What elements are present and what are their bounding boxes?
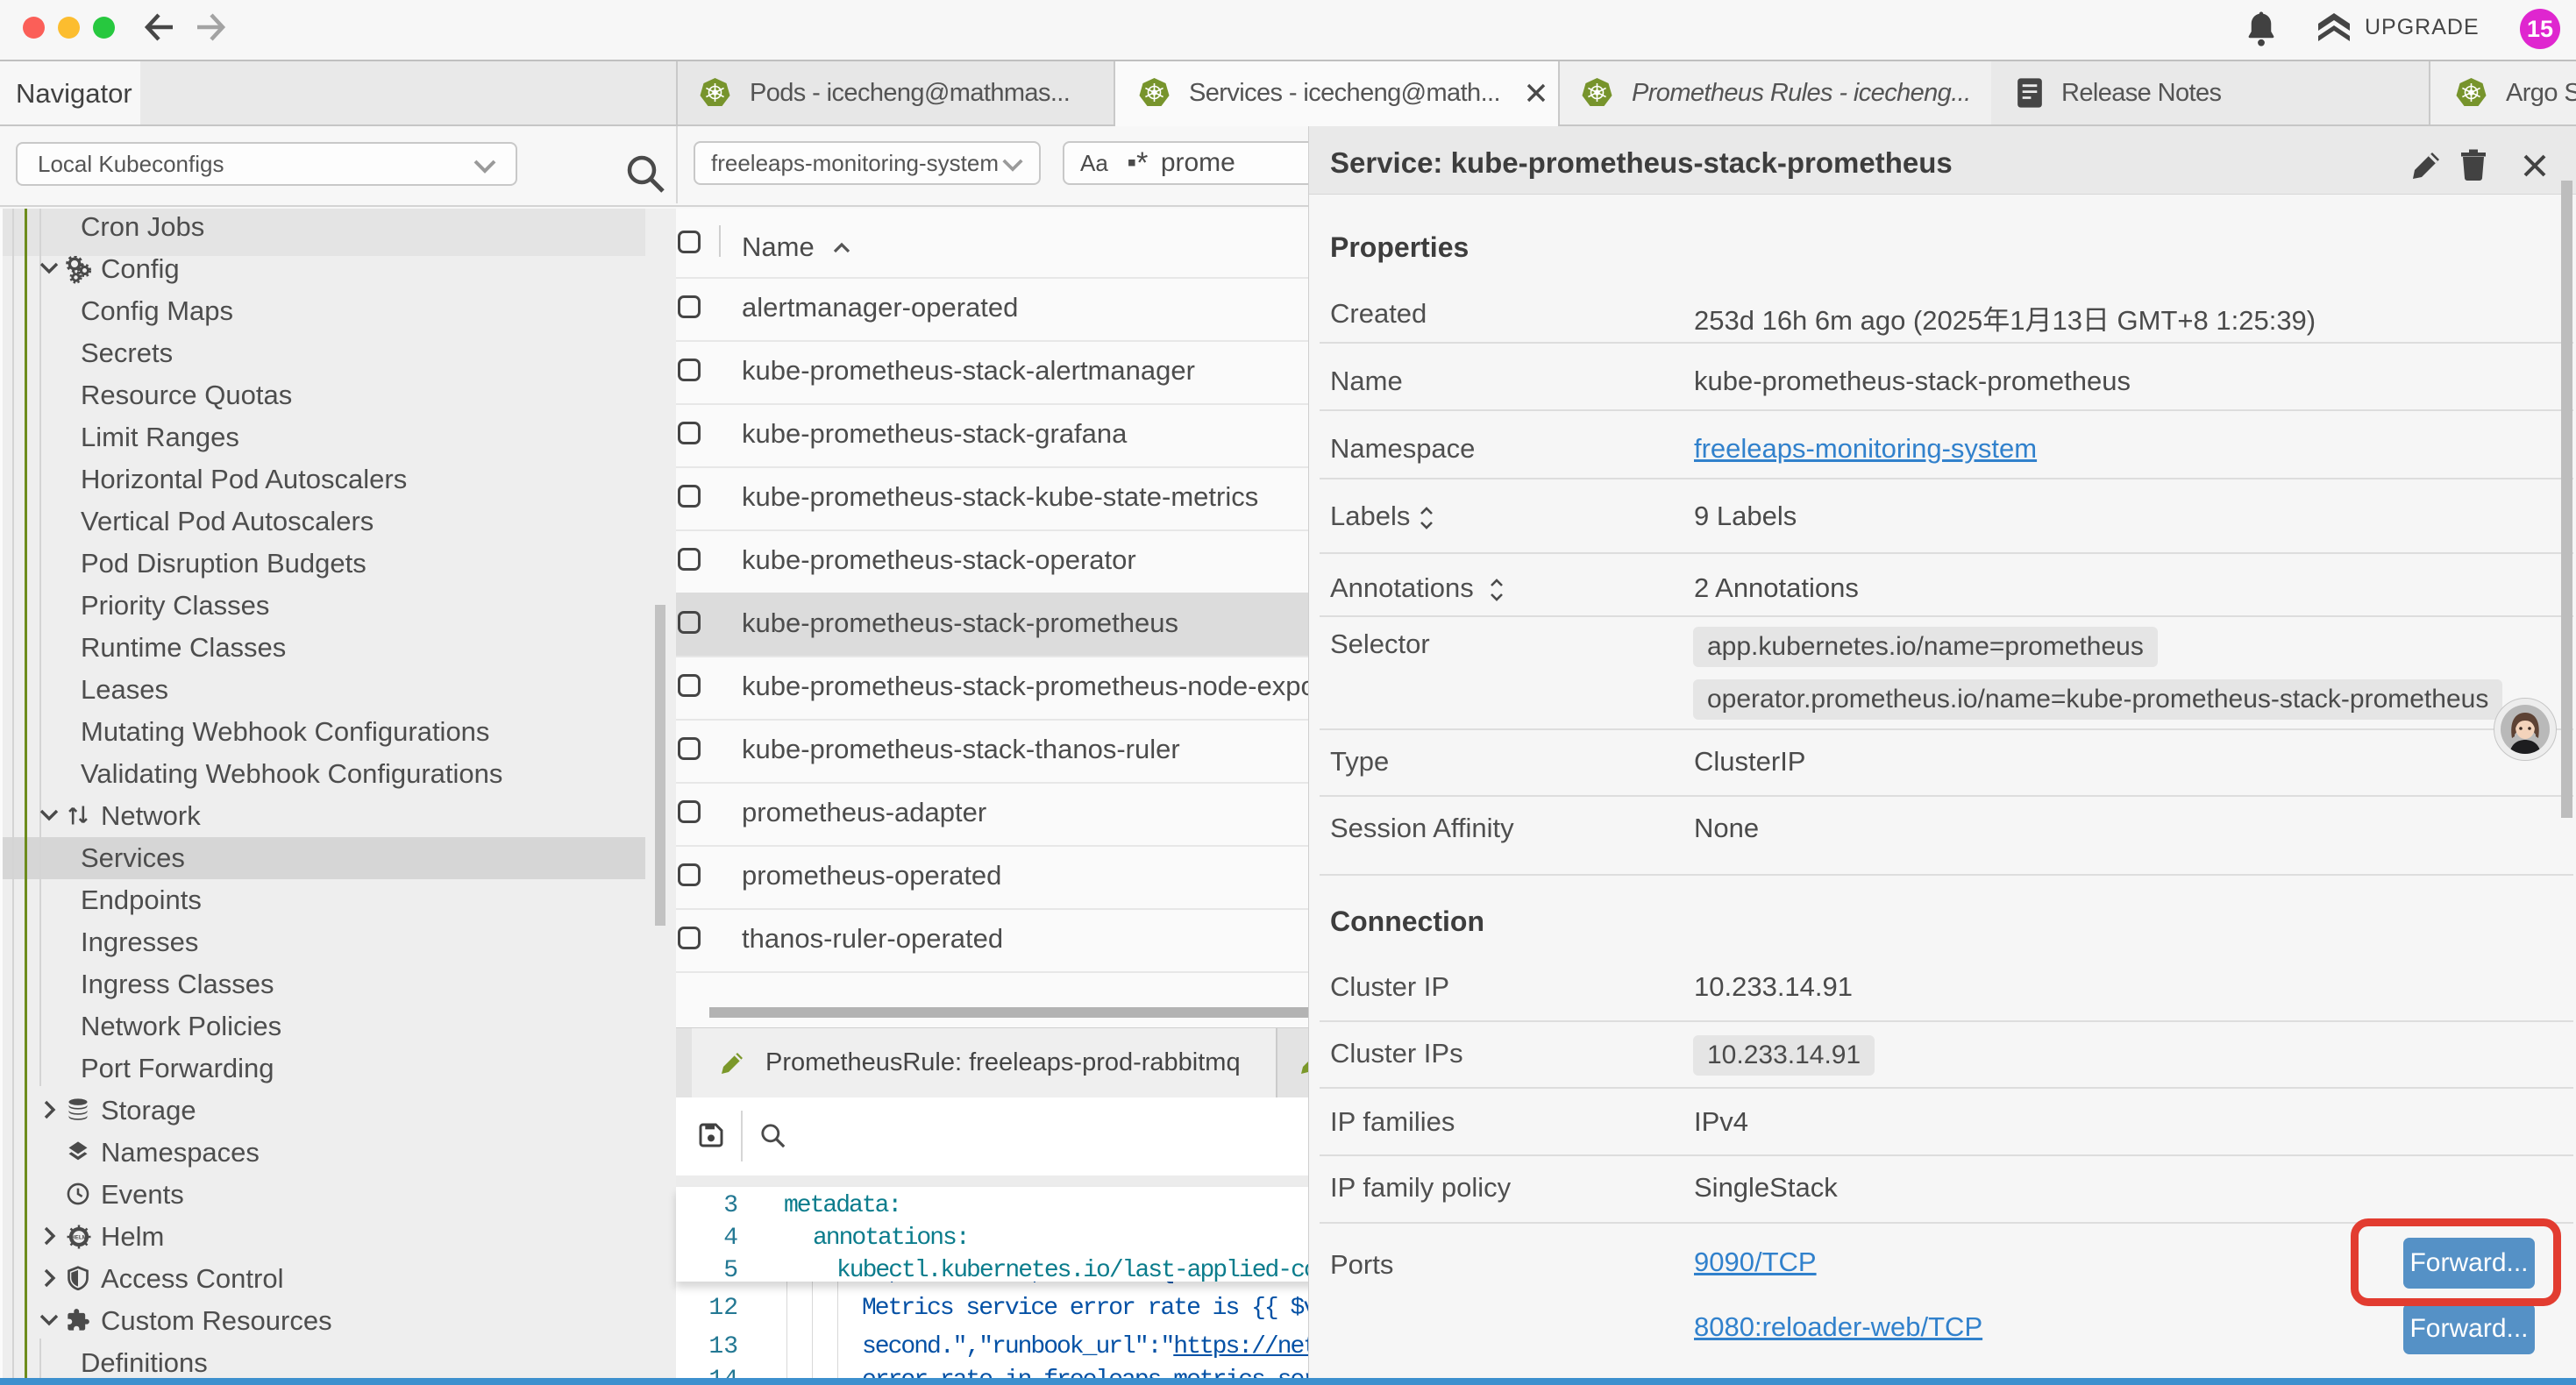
- svg-text:HELM: HELM: [71, 1235, 87, 1241]
